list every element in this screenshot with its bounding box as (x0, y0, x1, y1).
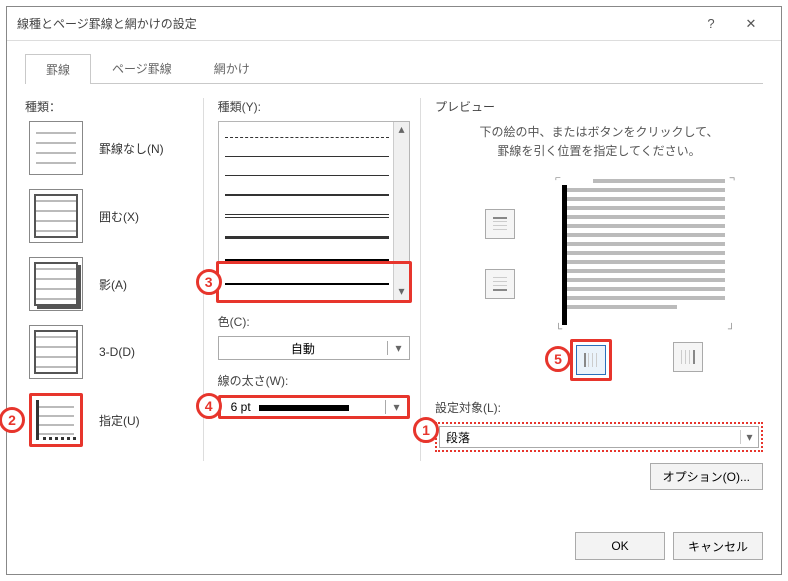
chevron-down-icon: ▾ (387, 341, 409, 355)
callout-4: 4 (196, 393, 222, 419)
width-label: 線の太さ(W): (218, 372, 410, 389)
type-box[interactable]: 囲む(X) (25, 189, 193, 243)
preview-hint: 下の絵の中、またはボタンをクリックして、 罫線を引く位置を指定してください。 (435, 123, 763, 161)
type-3d[interactable]: 3-D(D) (25, 325, 193, 379)
dialog-body: 種類： 罫線なし(N) 囲む(X) 影(A) 3-D(D) 指定(U) 2 (7, 84, 781, 475)
chevron-down-icon: ▾ (385, 400, 407, 414)
tab-borders[interactable]: 罫線 (25, 54, 91, 84)
ok-button[interactable]: OK (575, 532, 665, 560)
setting-type-label: 種類： (25, 98, 193, 115)
help-button[interactable]: ? (691, 16, 731, 31)
title-bar: 線種とページ罫線と網かけの設定 ? ✕ (7, 7, 781, 41)
callout-3: 3 (196, 269, 222, 295)
close-button[interactable]: ✕ (731, 16, 771, 32)
dialog-window: 線種とページ罫線と網かけの設定 ? ✕ 罫線 ページ罫線 網かけ 種類： 罫線な… (6, 6, 782, 575)
window-title: 線種とページ罫線と網かけの設定 (17, 15, 691, 32)
callout-2: 2 (0, 407, 25, 433)
chevron-down-icon: ▾ (740, 430, 758, 444)
preview-left-border-button[interactable] (576, 345, 606, 375)
type-custom[interactable]: 指定(U) 2 (25, 393, 193, 447)
preview-bottom-border-button[interactable] (485, 269, 515, 299)
cancel-button[interactable]: キャンセル (673, 532, 763, 560)
apply-to-label: 設定対象(L): (435, 399, 763, 416)
tab-strip: 罫線 ページ罫線 網かけ (7, 41, 781, 83)
preview-label: プレビュー (435, 98, 763, 115)
tab-shading[interactable]: 網かけ (193, 53, 271, 83)
width-select[interactable]: 6 pt ▾ (218, 395, 410, 419)
color-label: 色(C): (218, 313, 410, 330)
preview-right-border-button[interactable] (673, 342, 703, 372)
line-style-label: 種類(Y): (218, 98, 410, 115)
apply-to-select[interactable]: 段落 ▾ (439, 426, 759, 448)
tab-page-borders[interactable]: ページ罫線 (91, 53, 193, 83)
dialog-footer: OK キャンセル (575, 532, 763, 560)
color-select[interactable]: 自動 ▾ (218, 336, 410, 360)
callout-5: 5 (545, 346, 571, 372)
type-shadow[interactable]: 影(A) (25, 257, 193, 311)
line-style-list[interactable]: ▴ ▾ (218, 121, 410, 301)
preview-canvas[interactable]: ⌐ ¬ └ ┘ (565, 179, 725, 329)
options-button[interactable]: オプション(O)... (650, 463, 763, 490)
type-none[interactable]: 罫線なし(N) (25, 121, 193, 175)
preview-top-border-button[interactable] (485, 209, 515, 239)
scrollbar[interactable]: ▴ ▾ (393, 122, 409, 300)
